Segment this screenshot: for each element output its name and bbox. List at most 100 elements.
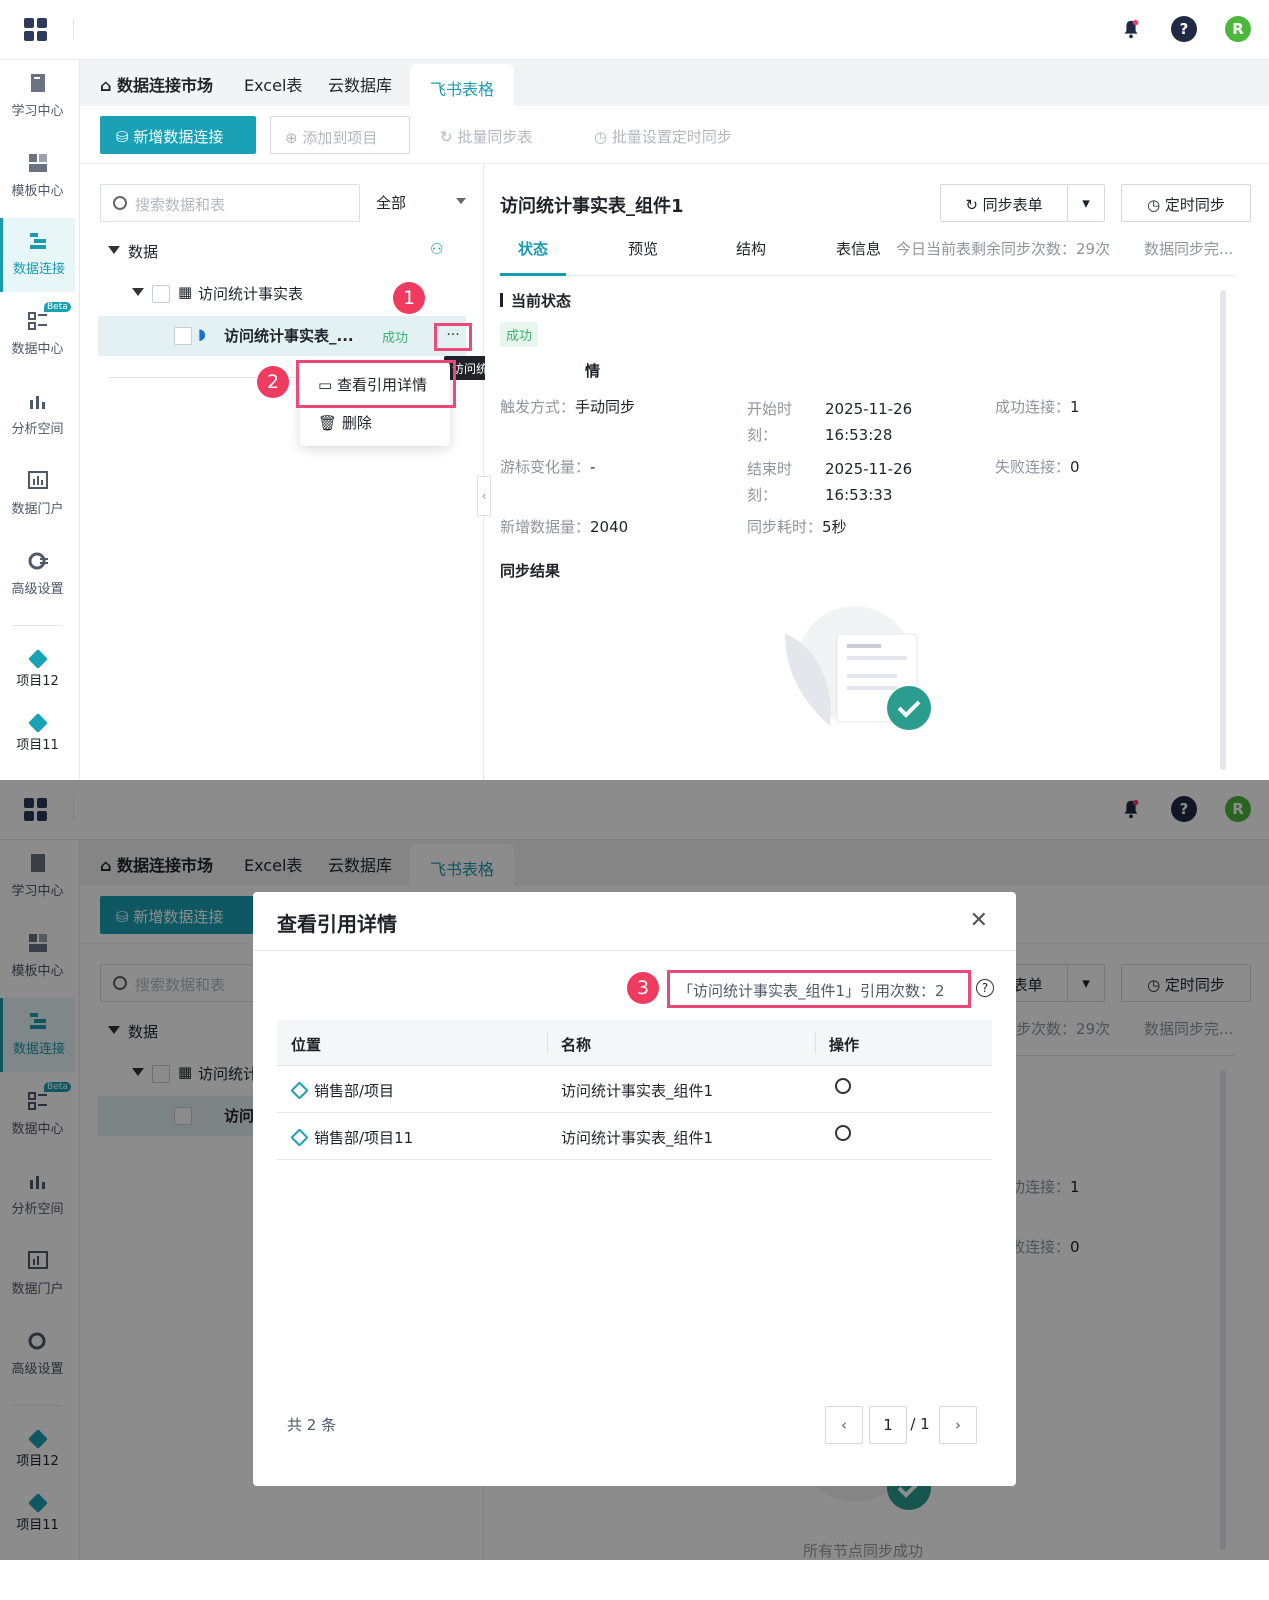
- sidebar-item-settings[interactable]: 高级设置: [0, 538, 75, 612]
- column-header: 操作: [829, 1036, 860, 1054]
- project-item[interactable]: 项目12: [0, 649, 75, 689]
- tab-table-info[interactable]: 表信息: [836, 238, 881, 259]
- plus-circle-icon: ⊕: [285, 129, 303, 147]
- template-icon: [28, 154, 47, 172]
- project-label: 项目12: [16, 674, 59, 689]
- prev-page-button[interactable]: ‹: [825, 1406, 863, 1444]
- sync-dropdown-button[interactable]: ▾: [1067, 184, 1105, 222]
- field-key: 开始时刻：: [747, 400, 793, 444]
- caret-down-icon: ▾: [1082, 194, 1090, 212]
- project-item[interactable]: 项目11: [0, 713, 75, 753]
- tab-status[interactable]: 状态: [500, 238, 567, 276]
- tab-market[interactable]: ⌂ 数据连接市场: [100, 72, 213, 96]
- menu-item-view-references[interactable]: ▭ 查看引用详情: [318, 374, 427, 395]
- reference-count: 「访问统计事实表_组件1」引用次数：2: [667, 970, 971, 1008]
- sidebar-item-data-connect[interactable]: 数据连接: [0, 218, 75, 292]
- table-row: 销售部/项目11 访问统计事实表_组件1: [277, 1113, 992, 1160]
- all-nodes-ok-text: 所有节点同步成功: [803, 1542, 924, 1560]
- callout-step-1: 1: [393, 282, 425, 314]
- book-icon: [30, 74, 45, 92]
- sidebar-item-template[interactable]: 模板中心: [0, 140, 75, 214]
- close-icon[interactable]: ✕: [970, 908, 988, 933]
- tree-root[interactable]: 数据 ⚇: [100, 232, 466, 272]
- add-to-project-button[interactable]: ⊕ 添加到项目: [270, 116, 410, 154]
- tab-feishu-sheet[interactable]: 飞书表格: [410, 64, 515, 106]
- tab-structure[interactable]: 结构: [736, 238, 766, 259]
- component-checkbox[interactable]: [174, 327, 192, 345]
- field-key: 成功连接：: [995, 398, 1071, 416]
- field-key: 结束时刻：: [747, 460, 793, 504]
- menu-item-label: 查看引用详情: [336, 376, 427, 394]
- dialog-title: 查看引用详情: [277, 912, 397, 936]
- batch-timer-button[interactable]: ◷ 批量设置定时同步: [580, 116, 746, 154]
- data-connect-icon: [30, 233, 46, 249]
- tab-cloud-db[interactable]: 云数据库: [328, 72, 392, 96]
- button-label: 批量同步表: [457, 128, 533, 146]
- chevron-right-icon: ›: [955, 1416, 961, 1434]
- menu-item-delete[interactable]: 🗑 删除: [318, 412, 372, 433]
- help-icon[interactable]: ?: [1171, 16, 1197, 42]
- analysis-icon: [29, 396, 45, 409]
- next-page-button[interactable]: ›: [939, 1406, 977, 1444]
- tab-excel[interactable]: Excel表: [244, 72, 302, 96]
- sidebar-item-analysis[interactable]: 分析空间: [0, 378, 75, 452]
- tab-preview[interactable]: 预览: [628, 238, 658, 259]
- start-field-key: 开始时刻：: [747, 396, 807, 448]
- reference-details-dialog: 查看引用详情 ✕ 3 「访问统计事实表_组件1」引用次数：2 ? 位置 名称 操…: [253, 892, 1016, 1486]
- context-menu: ▭ 查看引用详情 🗑 删除: [296, 360, 456, 446]
- timer-sync-button[interactable]: ◷ 定时同步: [1121, 184, 1251, 222]
- filter-select[interactable]: 全部: [376, 192, 466, 213]
- location-cell: 销售部/项目: [290, 1080, 394, 1101]
- field-value: -: [590, 458, 596, 476]
- data-tree-pane: 搜索数据和表 全部 数据 ⚇ ▦ 访问统计事实表 ◗ 访问统计事实表_... 成功 …: [80, 164, 484, 780]
- sidebar-item-learning[interactable]: 学习中心: [0, 60, 75, 134]
- cursor-field: 游标变化量：-: [500, 456, 595, 477]
- tree-component[interactable]: ◗ 访问统计事实表_... 成功 ···: [98, 316, 472, 356]
- callout-step-3: 3: [627, 972, 659, 1004]
- table-row: 销售部/项目 访问统计事实表_组件1: [277, 1066, 992, 1113]
- collapse-handle[interactable]: ‹: [477, 476, 491, 516]
- settings-icon: [28, 552, 48, 570]
- sidebar-item-data-center[interactable]: Beta 数据中心: [0, 298, 75, 372]
- detail-tabs: 状态 预览 结构 表信息 今日当前表剩余同步次数：29次 数据同步完...: [500, 238, 1235, 276]
- success-field: 成功连接：1: [995, 396, 1080, 417]
- user-setting-icon[interactable]: ⚇: [430, 240, 443, 258]
- home-icon: ⌂: [100, 76, 118, 95]
- top-bar: ? R: [0, 0, 1269, 60]
- elapsed-field: 同步耗时：5秒: [747, 516, 847, 537]
- table-header: 位置 名称 操作: [277, 1020, 992, 1066]
- more-button[interactable]: ···: [434, 323, 472, 351]
- field-value: 5秒: [822, 518, 847, 536]
- status-badge: 成功: [382, 331, 409, 346]
- screen-bottom: ? R 学习中心 模板中心 数据连接 Beta 数据中心 分析空间 数据门户 高级…: [0, 780, 1269, 1560]
- search-input[interactable]: 搜索数据和表: [100, 184, 360, 222]
- scrollbar[interactable]: [1220, 290, 1226, 770]
- location-cell: 销售部/项目11: [290, 1127, 413, 1148]
- fail-field: 失败连接：0: [995, 456, 1080, 477]
- sidebar: 学习中心 模板中心 数据连接 Beta 数据中心 分析空间 数据门户 高级设置 项…: [0, 60, 80, 780]
- avatar[interactable]: R: [1225, 16, 1251, 42]
- caret-down-icon: [132, 288, 144, 302]
- project-cube-icon: [290, 1081, 309, 1100]
- table-checkbox[interactable]: [152, 285, 170, 303]
- bell-icon[interactable]: [1118, 16, 1144, 42]
- locate-target-icon[interactable]: [835, 1125, 851, 1141]
- page-input[interactable]: 1: [869, 1406, 907, 1444]
- question-icon[interactable]: ?: [976, 979, 994, 997]
- total-count: 共 2 条: [287, 1416, 337, 1434]
- name-cell: 访问统计事实表_组件1: [561, 1082, 714, 1100]
- batch-sync-button[interactable]: ↻ 批量同步表: [426, 116, 546, 154]
- apps-logo-icon[interactable]: [24, 18, 48, 42]
- field-value: 1: [1070, 398, 1080, 416]
- field-key: 新增数据量：: [500, 518, 591, 536]
- sidebar-item-portal[interactable]: 数据门户: [0, 458, 75, 532]
- add-connection-button[interactable]: ⛁ 新增数据连接: [100, 116, 256, 154]
- sync-result-heading: 同步结果: [500, 562, 561, 580]
- sync-form-button[interactable]: ↻ 同步表单: [940, 184, 1068, 222]
- sidebar-item-label: 数据中心: [11, 342, 64, 357]
- sidebar-item-label: 模板中心: [11, 184, 64, 199]
- button-label: 添加到项目: [302, 129, 378, 147]
- button-label: 同步表单: [982, 196, 1043, 214]
- sidebar-item-label: 学习中心: [11, 104, 64, 119]
- locate-target-icon[interactable]: [835, 1078, 851, 1094]
